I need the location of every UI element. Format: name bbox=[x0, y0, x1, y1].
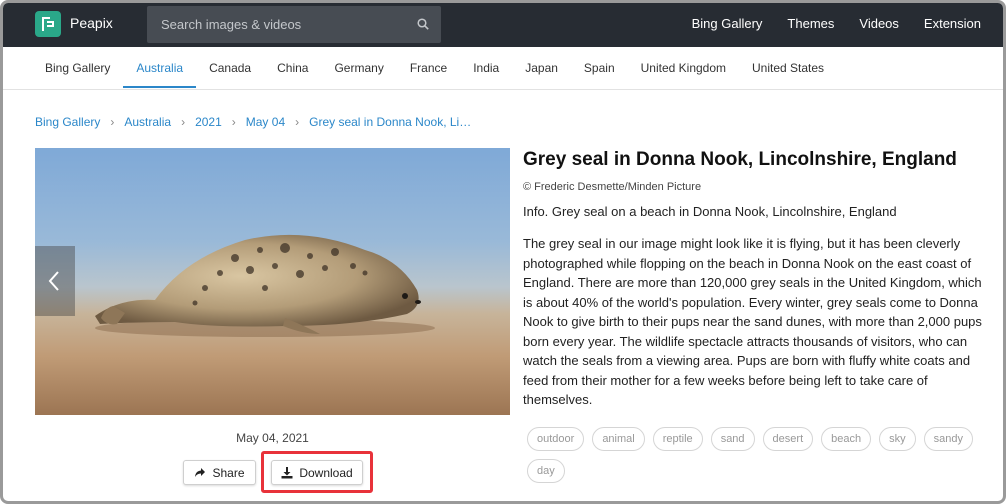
image-date: May 04, 2021 bbox=[236, 431, 309, 445]
grey-seal-photo bbox=[35, 148, 510, 415]
tab-japan[interactable]: Japan bbox=[512, 47, 571, 88]
search-input[interactable] bbox=[147, 6, 397, 43]
page-title: Grey seal in Donna Nook, Lincolnshire, E… bbox=[523, 149, 957, 170]
download-icon bbox=[281, 466, 293, 478]
tag-beach[interactable]: beach bbox=[821, 427, 872, 451]
tab-united-states[interactable]: United States bbox=[739, 47, 837, 88]
tab-spain[interactable]: Spain bbox=[571, 47, 628, 88]
image-description: The grey seal in our image might look li… bbox=[523, 236, 982, 407]
tab-china[interactable]: China bbox=[264, 47, 321, 88]
tab-germany[interactable]: Germany bbox=[321, 47, 396, 88]
seal-illustration bbox=[95, 234, 435, 337]
tag-reptile[interactable]: reptile bbox=[652, 427, 703, 451]
breadcrumb-item[interactable]: Bing Gallery bbox=[35, 115, 100, 129]
download-label: Download bbox=[299, 465, 353, 480]
photo-credit: © Frederic Desmette/Minden Picture bbox=[523, 181, 702, 193]
image-info: Info. Grey seal on a beach in Donna Nook… bbox=[523, 204, 897, 219]
search-box[interactable] bbox=[147, 6, 441, 43]
nav-extension[interactable]: Extension bbox=[924, 16, 981, 31]
tag-day[interactable]: day bbox=[527, 459, 565, 483]
share-label: Share bbox=[212, 465, 245, 480]
tab-bing-gallery[interactable]: Bing Gallery bbox=[32, 47, 123, 88]
tab-france[interactable]: France bbox=[397, 47, 460, 88]
brand-name[interactable]: Peapix bbox=[70, 15, 113, 31]
breadcrumb-item[interactable]: May 04 bbox=[246, 115, 285, 129]
tag-list: outdoor animal reptile sand desert beach… bbox=[527, 427, 977, 483]
tag-outdoor[interactable]: outdoor bbox=[527, 427, 585, 451]
chevron-right-icon: › bbox=[181, 115, 186, 129]
tag-animal[interactable]: animal bbox=[592, 427, 645, 451]
chevron-right-icon: › bbox=[110, 115, 115, 129]
chevron-right-icon: › bbox=[295, 115, 300, 129]
chevron-left-icon bbox=[48, 271, 59, 291]
tag-sandy[interactable]: sandy bbox=[923, 427, 973, 451]
category-bar: Bing Gallery Australia Canada China Germ… bbox=[3, 47, 1003, 90]
share-arrow-icon bbox=[195, 468, 206, 477]
search-icon[interactable] bbox=[417, 18, 429, 30]
top-bar: Peapix Bing Gallery Themes Videos Extens… bbox=[3, 3, 1003, 47]
tab-united-kingdom[interactable]: United Kingdom bbox=[628, 47, 739, 88]
tab-india[interactable]: India bbox=[460, 47, 512, 88]
nav-themes[interactable]: Themes bbox=[787, 16, 834, 31]
breadcrumb-item[interactable]: Australia bbox=[124, 115, 171, 129]
top-nav: Bing Gallery Themes Videos Extension bbox=[692, 16, 981, 31]
breadcrumb: Bing Gallery › Australia › 2021 › May 04… bbox=[35, 115, 471, 129]
nav-bing-gallery[interactable]: Bing Gallery bbox=[692, 16, 763, 31]
peapix-logo-icon[interactable] bbox=[35, 11, 61, 37]
browser-frame: Peapix Bing Gallery Themes Videos Extens… bbox=[0, 0, 1006, 504]
breadcrumb-item[interactable]: 2021 bbox=[195, 115, 222, 129]
download-button[interactable]: Download bbox=[271, 460, 363, 485]
tab-australia[interactable]: Australia bbox=[123, 47, 197, 88]
previous-image-button[interactable] bbox=[35, 246, 75, 316]
tag-desert[interactable]: desert bbox=[762, 427, 814, 451]
tag-sand[interactable]: sand bbox=[710, 427, 755, 451]
breadcrumb-current[interactable]: Grey seal in Donna Nook, Li… bbox=[309, 115, 471, 129]
tag-sky[interactable]: sky bbox=[879, 427, 916, 451]
nav-videos[interactable]: Videos bbox=[859, 16, 899, 31]
chevron-right-icon: › bbox=[231, 115, 236, 129]
share-button[interactable]: Share bbox=[183, 460, 256, 485]
tab-canada[interactable]: Canada bbox=[196, 47, 264, 88]
